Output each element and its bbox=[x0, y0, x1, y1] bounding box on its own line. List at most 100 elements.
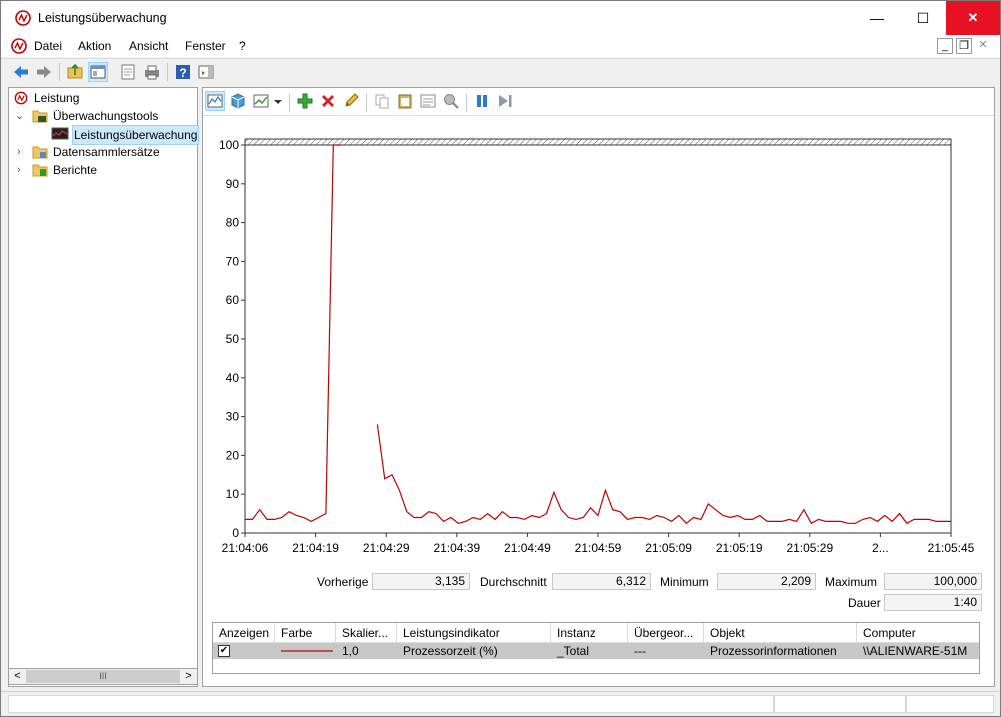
navigation-tree: Leistung ⌄ Überwachungstools Leistungsüb… bbox=[8, 87, 200, 687]
menu-aktion[interactable]: Aktion bbox=[78, 39, 111, 53]
perf-monitor-icon bbox=[15, 10, 31, 26]
maximize-button[interactable]: ☐ bbox=[900, 1, 946, 35]
tree-item-leistungsueberwachung[interactable]: Leistungsüberwachung bbox=[51, 125, 200, 145]
show-action-pane-icon[interactable] bbox=[197, 63, 215, 81]
forward-arrow-icon[interactable] bbox=[35, 63, 53, 81]
stat-prev-label: Vorherige bbox=[317, 575, 369, 589]
folder-up-icon[interactable] bbox=[66, 63, 84, 81]
performance-line-chart: 0 10 20 30 40 50 60 70 80 90 100 21:04:06 21:04:19 21… bbox=[219, 138, 975, 555]
cell-parent: --- bbox=[634, 644, 646, 658]
x-tick-label: 21:05:09 bbox=[645, 541, 692, 555]
col-header-uebergeordnet[interactable]: Übergeor... bbox=[628, 623, 704, 643]
stat-min-value: 2,209 bbox=[717, 573, 816, 590]
copy-properties-icon[interactable] bbox=[373, 92, 391, 110]
freeze-display-icon[interactable] bbox=[473, 92, 491, 110]
y-tick-label: 30 bbox=[226, 410, 240, 424]
status-pane-main bbox=[8, 695, 774, 713]
properties-page-icon[interactable] bbox=[119, 63, 137, 81]
y-tick-label: 50 bbox=[226, 332, 240, 346]
perf-icon bbox=[14, 91, 28, 105]
print-icon[interactable] bbox=[143, 63, 161, 81]
x-tick-label: 21:04:29 bbox=[363, 541, 410, 555]
minimize-button[interactable]: — bbox=[854, 1, 900, 35]
view-log-data-icon[interactable] bbox=[229, 92, 247, 110]
highlight-pencil-icon[interactable] bbox=[342, 92, 360, 110]
menu-datei[interactable]: Datei bbox=[34, 39, 62, 53]
tree-item-datensammlersaetze[interactable]: › Datensammlersätze bbox=[15, 143, 195, 161]
col-header-objekt[interactable]: Objekt bbox=[704, 623, 857, 643]
svg-text:?: ? bbox=[179, 66, 186, 80]
show-checkbox[interactable]: ✔ bbox=[218, 645, 230, 657]
stat-avg-label: Durchschnitt bbox=[480, 575, 547, 589]
mdi-minimize-button[interactable]: _ bbox=[937, 38, 953, 54]
help-icon[interactable]: ? bbox=[174, 63, 192, 81]
x-tick-label: 21:04:39 bbox=[433, 541, 480, 555]
menu-fenster[interactable]: Fenster bbox=[185, 39, 226, 53]
mdi-restore-button[interactable]: ❐ bbox=[956, 38, 972, 54]
stat-prev-value: 3,135 bbox=[372, 573, 470, 590]
stat-avg-value: 6,312 bbox=[552, 573, 651, 590]
view-current-activity-icon[interactable] bbox=[205, 91, 225, 111]
change-graph-type-icon[interactable] bbox=[252, 92, 270, 110]
y-tick-label: 70 bbox=[226, 254, 240, 268]
tree-label: Leistung bbox=[34, 91, 80, 105]
col-header-anzeigen[interactable]: Anzeigen bbox=[213, 623, 275, 643]
zoom-icon[interactable] bbox=[442, 92, 460, 110]
scroll-left-button[interactable]: < bbox=[9, 669, 26, 684]
y-tick-label: 0 bbox=[232, 526, 239, 540]
stat-duration-label: Dauer bbox=[848, 596, 881, 610]
system-menu-icon[interactable] bbox=[11, 38, 27, 54]
counter-list: Anzeigen Farbe Skalier... Leistungsindik… bbox=[212, 622, 980, 674]
title-bar[interactable]: Leistungsüberwachung — ☐ ✕ bbox=[1, 1, 1000, 35]
monitor-chart-icon bbox=[51, 127, 69, 140]
col-header-leistungsindikator[interactable]: Leistungsindikator bbox=[397, 623, 551, 643]
tree-label: Leistungsüberwachung bbox=[72, 125, 200, 145]
cell-computer: \\ALIENWARE-51M bbox=[863, 644, 968, 658]
show-hide-tree-icon[interactable] bbox=[88, 62, 108, 82]
mdi-close-button[interactable]: ✕ bbox=[975, 38, 991, 54]
add-counter-icon[interactable] bbox=[296, 92, 314, 110]
tree-item-berichte[interactable]: › Berichte bbox=[15, 161, 195, 179]
col-header-skalierung[interactable]: Skalier... bbox=[336, 623, 397, 643]
stat-max-value: 100,000 bbox=[884, 573, 982, 590]
col-header-farbe[interactable]: Farbe bbox=[275, 623, 336, 643]
status-pane-2 bbox=[774, 695, 906, 713]
y-tick-label: 80 bbox=[226, 216, 240, 230]
y-tick-label: 20 bbox=[226, 448, 240, 462]
collapsed-chevron-icon[interactable]: › bbox=[17, 161, 27, 179]
tree-item-ueberwachungstools[interactable]: ⌄ Überwachungstools bbox=[15, 107, 195, 125]
menu-ansicht[interactable]: Ansicht bbox=[129, 39, 168, 53]
tree-horizontal-scrollbar[interactable]: < III > bbox=[8, 668, 198, 685]
tree-label: Überwachungstools bbox=[53, 109, 159, 123]
x-tick-label: 21:05:45 bbox=[928, 541, 975, 555]
x-tick-label: 2... bbox=[872, 541, 889, 555]
main-toolbar: ? bbox=[1, 58, 1000, 84]
y-tick-label: 40 bbox=[226, 371, 240, 385]
plot-area bbox=[244, 144, 952, 534]
scroll-right-button[interactable]: > bbox=[180, 669, 197, 684]
cell-instance: _Total bbox=[557, 644, 590, 658]
delete-counter-icon[interactable] bbox=[319, 92, 337, 110]
tree-label: Berichte bbox=[53, 163, 98, 177]
tree-item-leistung[interactable]: Leistung bbox=[13, 89, 193, 107]
update-data-icon[interactable] bbox=[496, 92, 514, 110]
scroll-thumb[interactable]: III bbox=[26, 670, 180, 683]
close-button[interactable]: ✕ bbox=[946, 1, 1000, 35]
status-pane-3 bbox=[906, 695, 994, 713]
expanded-chevron-icon[interactable]: ⌄ bbox=[15, 107, 25, 125]
collapsed-chevron-icon[interactable]: › bbox=[17, 143, 27, 161]
x-tick-label: 21:05:19 bbox=[716, 541, 763, 555]
counter-list-header: Anzeigen Farbe Skalier... Leistungsindik… bbox=[213, 623, 979, 643]
counter-row[interactable]: ✔ 1,0 Prozessorzeit (%) _Total --- Proze… bbox=[213, 643, 979, 659]
stat-min-label: Minimum bbox=[660, 575, 709, 589]
col-header-instanz[interactable]: Instanz bbox=[551, 623, 628, 643]
tree-label: Datensammlersätze bbox=[53, 145, 160, 159]
properties-icon[interactable] bbox=[419, 92, 437, 110]
y-tick-label: 60 bbox=[226, 293, 240, 307]
paste-counter-list-icon[interactable] bbox=[396, 92, 414, 110]
col-header-computer[interactable]: Computer bbox=[857, 623, 979, 643]
y-tick-label: 100 bbox=[219, 138, 239, 152]
menu-help[interactable]: ? bbox=[239, 39, 246, 53]
back-arrow-icon[interactable] bbox=[12, 63, 30, 81]
dropdown-arrow-icon[interactable] bbox=[272, 92, 284, 110]
